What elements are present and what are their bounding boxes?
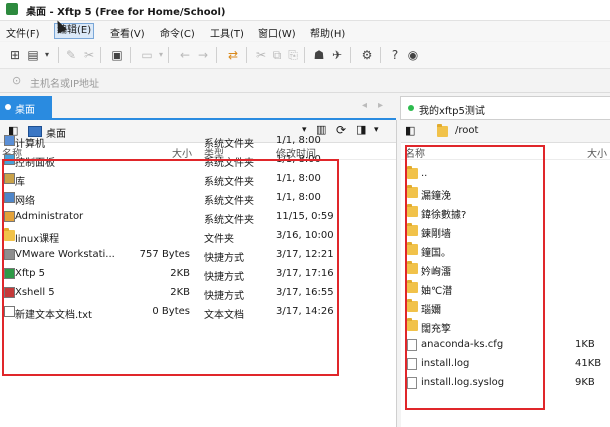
connected-status-icon [408, 105, 414, 111]
cell-name: 计算机 [15, 139, 45, 150]
tab-scroll-left-icon[interactable]: ◂ [362, 100, 367, 111]
menu-help[interactable]: 帮助(H) [310, 25, 345, 40]
table-row[interactable]: 计算机 系统文件夹 1/1, 8:00 [0, 132, 396, 151]
sync-icon[interactable]: ⇄ [226, 48, 240, 62]
remote-path-bar: ◧ /root [401, 120, 610, 143]
tab-remote-session[interactable]: 我的xftp5测试 [400, 96, 610, 120]
info-icon[interactable]: ◉ [406, 48, 420, 62]
cell-size: 9KB [575, 377, 595, 388]
tab-label: 桌面 [15, 105, 35, 116]
highlight-box-remote [405, 145, 545, 410]
cut-icon[interactable]: ✂ [254, 48, 268, 62]
highlight-box-local [2, 159, 339, 376]
cell-modified: 1/1, 8:00 [276, 135, 321, 146]
tab-local-desktop[interactable]: 桌面 [0, 96, 52, 118]
help-icon[interactable]: ? [388, 48, 402, 62]
column-size[interactable]: 大小 [587, 145, 607, 160]
remote-path[interactable]: /root [455, 125, 478, 136]
properties-icon[interactable]: ✂ [82, 48, 96, 62]
gear-icon[interactable]: ⚙ [360, 48, 374, 62]
tab-scroll-right-icon[interactable]: ▸ [378, 100, 383, 111]
menu-view[interactable]: 查看(V) [110, 25, 145, 40]
new-session-icon[interactable]: ⊞ [8, 48, 22, 62]
folder-icon [437, 124, 448, 137]
window-title: 桌面 - Xftp 5 (Free for Home/School) [26, 7, 226, 18]
tab-status-icon [5, 104, 11, 110]
xshell-icon[interactable]: ☗ [312, 48, 326, 62]
menu-bar: 文件(F) 编辑(E) 查看(V) 命令(C) 工具(T) 窗口(W) 帮助(H… [0, 21, 610, 41]
edit-icon[interactable]: ✎ [64, 48, 78, 62]
transfer-icon[interactable]: ▭ [140, 48, 154, 62]
xftp-icon[interactable]: ✈ [330, 48, 344, 62]
transfer-dropdown-icon[interactable]: ▾ [154, 48, 168, 62]
cell-type: 系统文件夹 [204, 139, 254, 150]
open-dropdown-icon[interactable]: ▾ [40, 48, 54, 62]
cell-size: 1KB [575, 339, 595, 350]
session-properties-icon[interactable]: ▣ [110, 48, 124, 62]
tab-label: 我的xftp5测试 [419, 106, 485, 117]
copy-icon[interactable]: ⧉ [270, 48, 284, 62]
forward-icon[interactable]: → [196, 48, 210, 62]
cell-size: 41KB [575, 358, 602, 369]
open-folder-icon[interactable]: ▤ [26, 48, 40, 62]
paste-icon[interactable]: ⎘ [286, 48, 300, 62]
back-icon[interactable]: ← [178, 48, 192, 62]
address-icon: ⊙ [12, 74, 22, 87]
xftp-app-icon [6, 3, 18, 15]
address-input[interactable]: 主机名或IP地址 [30, 75, 99, 90]
pane-toggle-icon[interactable]: ◧ [405, 124, 415, 137]
menu-window[interactable]: 窗口(W) [258, 25, 296, 40]
menu-command[interactable]: 命令(C) [160, 25, 195, 40]
menu-file[interactable]: 文件(F) [6, 25, 40, 40]
computer-icon [4, 135, 15, 146]
toolbar: ⊞ ▤ ▾ ✎ ✂ ▣ ▭ ▾ ← → ⇄ ✂ ⧉ ⎘ ☗ ✈ ⚙ ? ◉ [0, 42, 610, 69]
menu-tools[interactable]: 工具(T) [210, 25, 244, 40]
